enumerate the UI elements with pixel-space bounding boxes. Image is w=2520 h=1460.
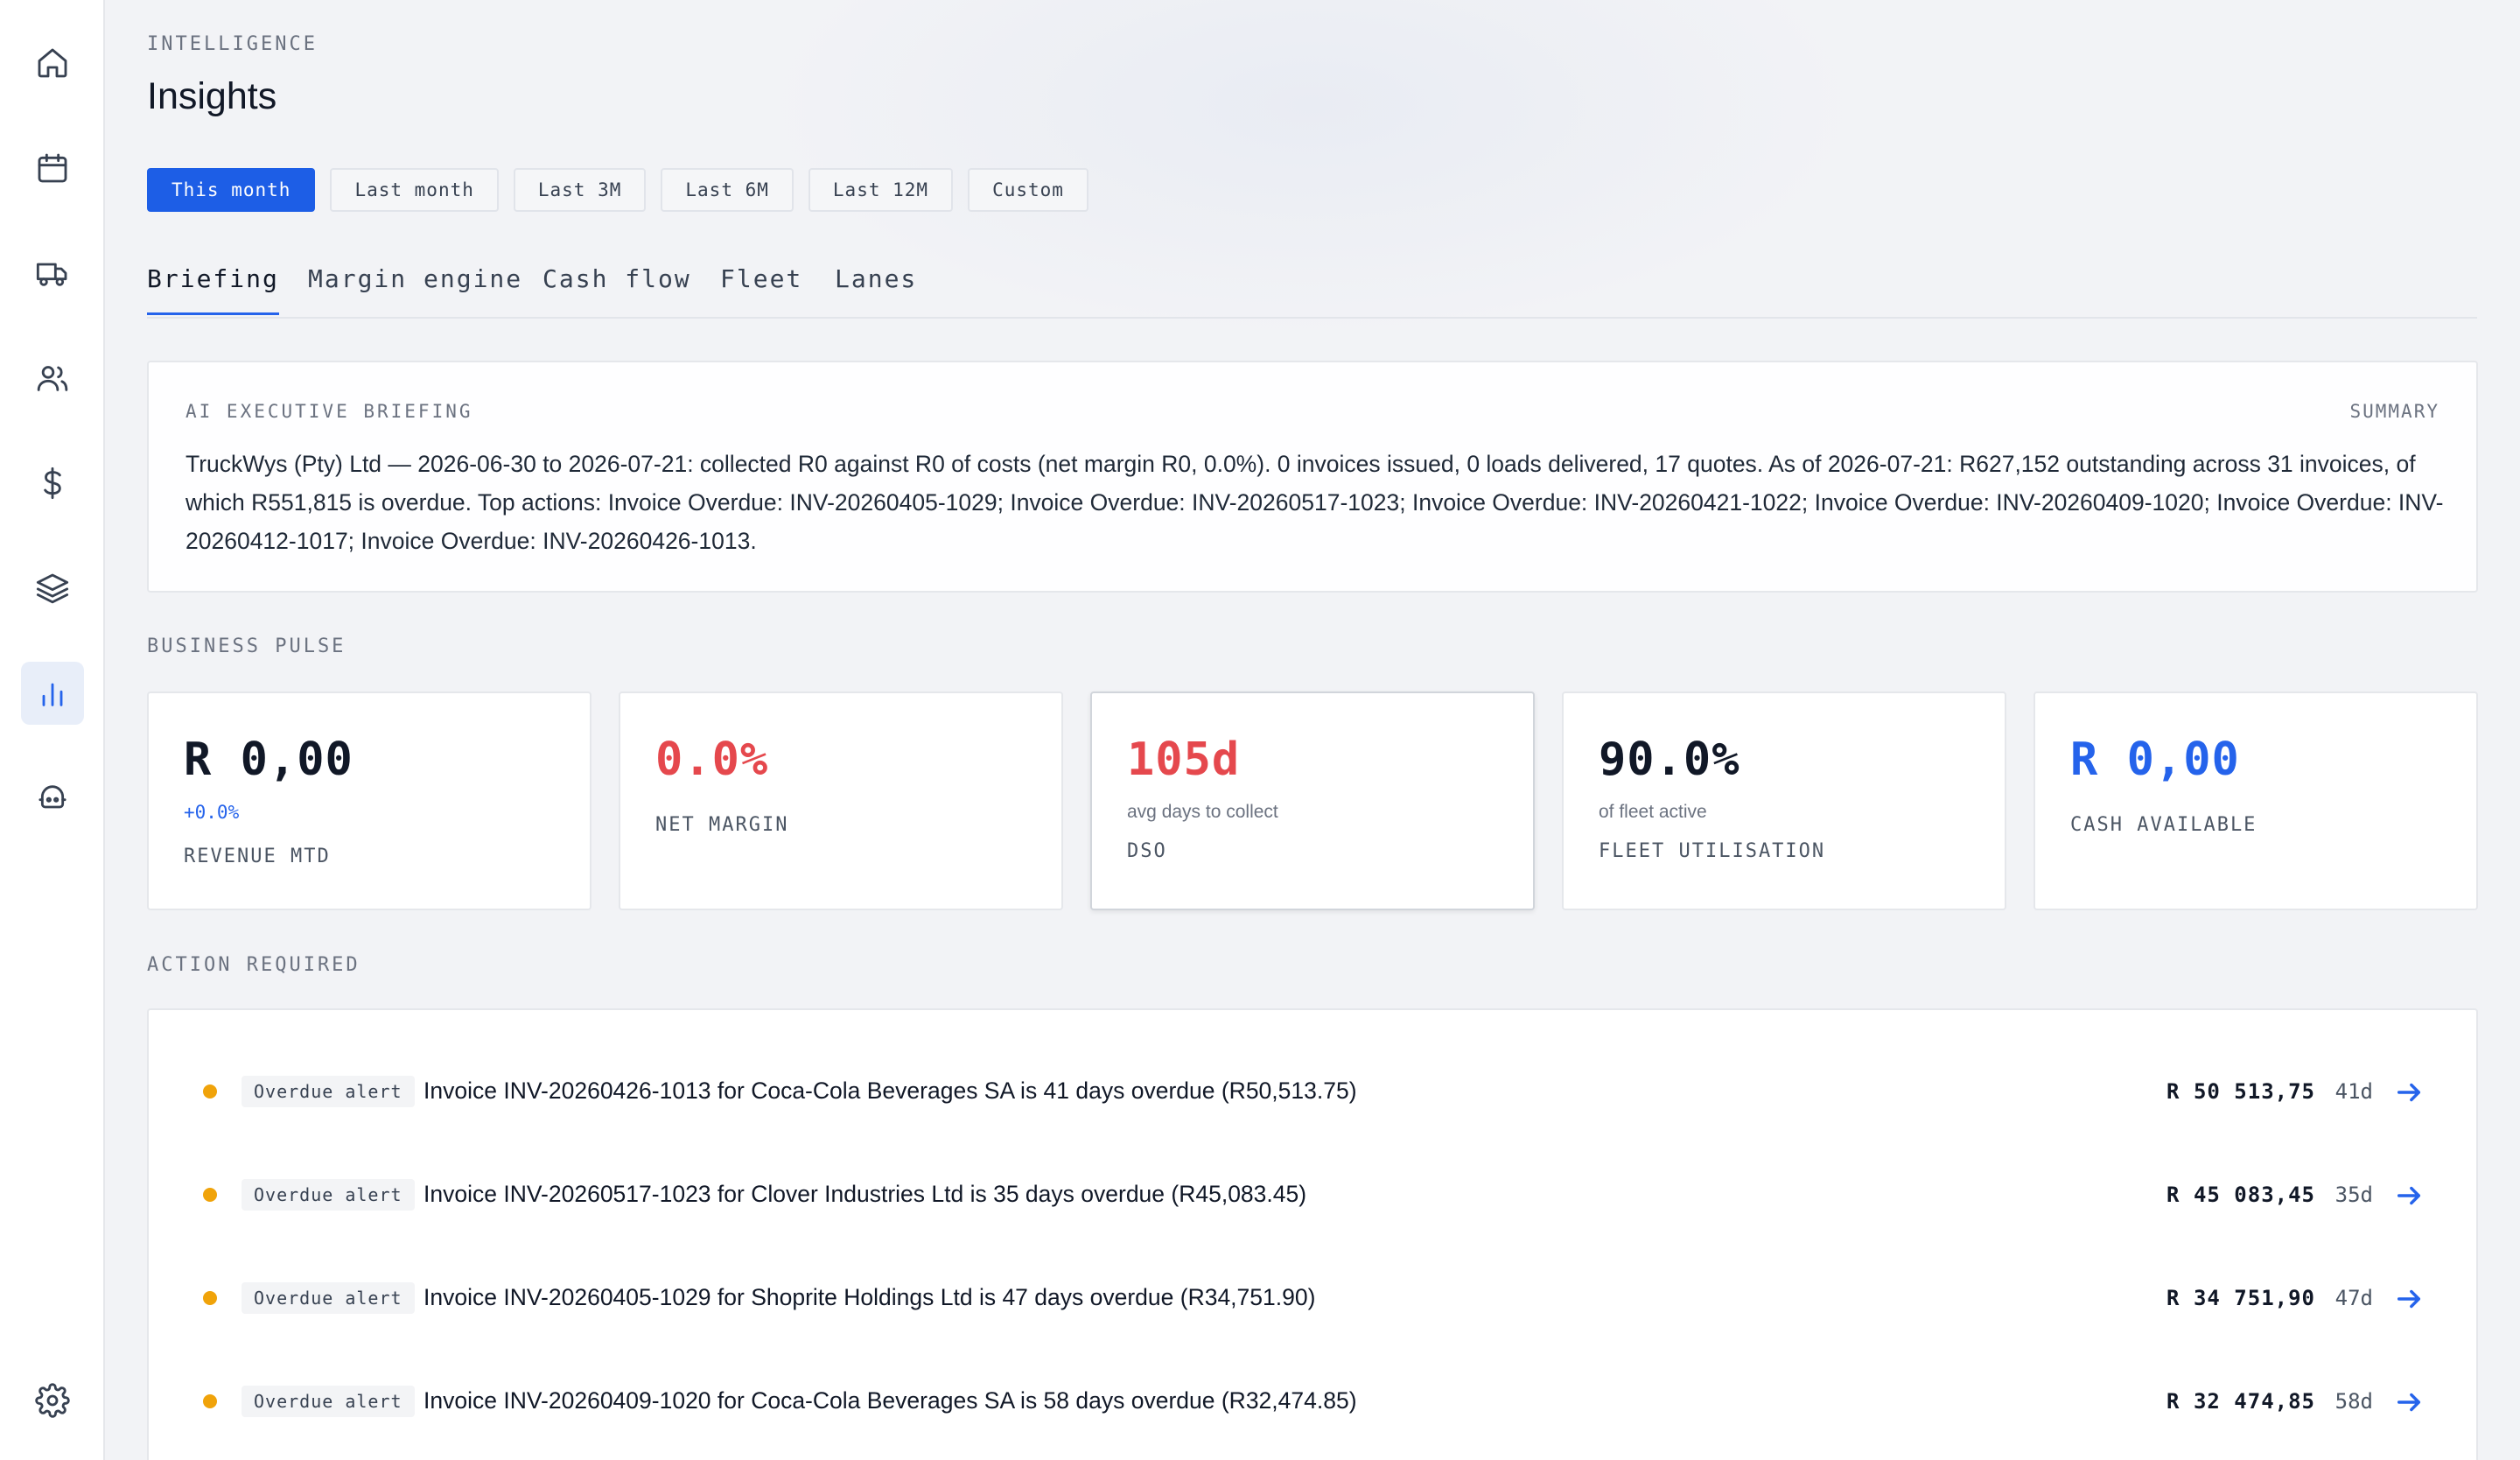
list-item[interactable]: Overdue alert Invoice INV-20260426-1013 … (149, 1065, 2476, 1118)
tab-briefing[interactable]: Briefing (147, 264, 279, 315)
status-dot (203, 1188, 217, 1202)
arrow-right-icon[interactable] (2394, 1181, 2424, 1211)
kpi-value: 0.0% (655, 734, 769, 786)
range-this-month[interactable]: This month (147, 168, 316, 212)
briefing-summary-tag: SUMMARY (2349, 401, 2440, 422)
page-eyebrow: INTELLIGENCE (147, 33, 318, 55)
tab-lanes[interactable]: Lanes (835, 264, 917, 312)
alert-badge: Overdue alert (242, 1179, 415, 1211)
kpi-net-margin[interactable]: 0.0% NET MARGIN (619, 691, 1063, 910)
nav-home[interactable] (21, 32, 84, 95)
kpi-label: FLEET UTILISATION (1599, 840, 1826, 862)
status-dot (203, 1084, 217, 1099)
kpi-cash-available[interactable]: R 0,00 CASH AVAILABLE (2034, 691, 2478, 910)
status-dot (203, 1394, 217, 1408)
alert-badge: Overdue alert (242, 1386, 415, 1417)
briefing-label: AI EXECUTIVE BRIEFING (186, 401, 473, 422)
range-last-12m[interactable]: Last 12M (808, 168, 954, 212)
executive-briefing-card: AI EXECUTIVE BRIEFING SUMMARY TruckWys (… (147, 361, 2478, 593)
action-days: 41d (2334, 1079, 2373, 1104)
tab-cash-flow[interactable]: Cash flow (542, 264, 691, 312)
date-range-selector: This month Last month Last 3M Last 6M La… (147, 168, 1088, 212)
nav-loads[interactable] (21, 242, 84, 305)
kpi-fleet-utilisation[interactable]: 90.0% of fleet active FLEET UTILISATION (1562, 691, 2006, 910)
status-dot (203, 1291, 217, 1305)
list-item[interactable]: Overdue alert Invoice INV-20260409-1020 … (149, 1375, 2476, 1428)
settings-icon (35, 1383, 70, 1418)
nav-finance[interactable] (21, 452, 84, 515)
alert-badge: Overdue alert (242, 1076, 415, 1107)
action-amount: R 50 513,75 (2166, 1079, 2315, 1104)
insights-tabs: Briefing Margin engine Cash flow Fleet L… (147, 259, 2477, 319)
nav-calendar[interactable] (21, 137, 84, 200)
nav-assistant[interactable] (21, 767, 84, 830)
action-amount: R 45 083,45 (2166, 1183, 2315, 1207)
list-item[interactable]: Overdue alert Invoice INV-20260405-1029 … (149, 1272, 2476, 1324)
business-pulse-heading: BUSINESS PULSE (147, 635, 346, 657)
bot-icon (38, 785, 66, 809)
layers-icon (36, 573, 69, 604)
kpi-delta: +0.0% (184, 802, 240, 823)
kpi-label: REVENUE MTD (184, 846, 331, 867)
kpi-label: NET MARGIN (655, 814, 789, 836)
kpi-value: 105d (1127, 734, 1241, 786)
kpi-dso[interactable]: 105d avg days to collect DSO (1090, 691, 1535, 910)
arrow-right-icon[interactable] (2394, 1284, 2424, 1314)
dollar-icon (44, 467, 61, 500)
kpi-value: R 0,00 (2070, 734, 2240, 786)
nav-settings[interactable] (21, 1369, 84, 1432)
tab-margin-engine[interactable]: Margin engine (308, 264, 522, 312)
kpi-label: DSO (1127, 840, 1167, 862)
kpi-value: 90.0% (1599, 734, 1740, 786)
range-last-month[interactable]: Last month (330, 168, 499, 212)
kpi-value: R 0,00 (184, 734, 354, 786)
alert-badge: Overdue alert (242, 1282, 415, 1314)
calendar-icon (38, 153, 67, 183)
briefing-text: TruckWys (Pty) Ltd — 2026-06-30 to 2026-… (186, 451, 2444, 554)
nav-layers[interactable] (21, 557, 84, 620)
action-description: Invoice INV-20260426-1013 for Coca-Cola … (424, 1077, 1357, 1104)
action-required-heading: ACTION REQUIRED (147, 954, 360, 976)
action-required-list: Overdue alert Invoice INV-20260426-1013 … (147, 1008, 2478, 1460)
page-title: Insights (147, 75, 277, 117)
home-icon (38, 48, 67, 78)
bar-chart-icon (42, 683, 63, 706)
action-days: 47d (2334, 1286, 2373, 1310)
tab-fleet[interactable]: Fleet (720, 264, 802, 312)
kpi-label: CASH AVAILABLE (2070, 814, 2258, 836)
action-days: 58d (2334, 1389, 2373, 1414)
action-description: Invoice INV-20260517-1023 for Clover Ind… (424, 1181, 1307, 1207)
users-icon (37, 366, 68, 391)
range-custom[interactable]: Custom (968, 168, 1088, 212)
kpi-revenue-mtd[interactable]: R 0,00 +0.0% REVENUE MTD (147, 691, 592, 910)
arrow-right-icon[interactable] (2394, 1387, 2424, 1417)
action-amount: R 32 474,85 (2166, 1389, 2315, 1414)
truck-icon (36, 263, 67, 286)
nav-insights[interactable] (21, 662, 84, 725)
action-days: 35d (2334, 1183, 2373, 1207)
action-description: Invoice INV-20260409-1020 for Coca-Cola … (424, 1387, 1357, 1414)
kpi-note: avg days to collect (1127, 802, 1278, 822)
range-last-3m[interactable]: Last 3M (513, 168, 647, 212)
arrow-right-icon[interactable] (2394, 1077, 2424, 1107)
main-content: INTELLIGENCE Insights This month Last mo… (105, 0, 2520, 1460)
sidebar (0, 0, 105, 1460)
nav-customers[interactable] (21, 347, 84, 410)
list-item[interactable]: Overdue alert Invoice INV-20260517-1023 … (149, 1169, 2476, 1221)
kpi-note: of fleet active (1599, 802, 1707, 822)
range-last-6m[interactable]: Last 6M (661, 168, 794, 212)
action-amount: R 34 751,90 (2166, 1286, 2315, 1310)
action-description: Invoice INV-20260405-1029 for Shoprite H… (424, 1284, 1316, 1310)
